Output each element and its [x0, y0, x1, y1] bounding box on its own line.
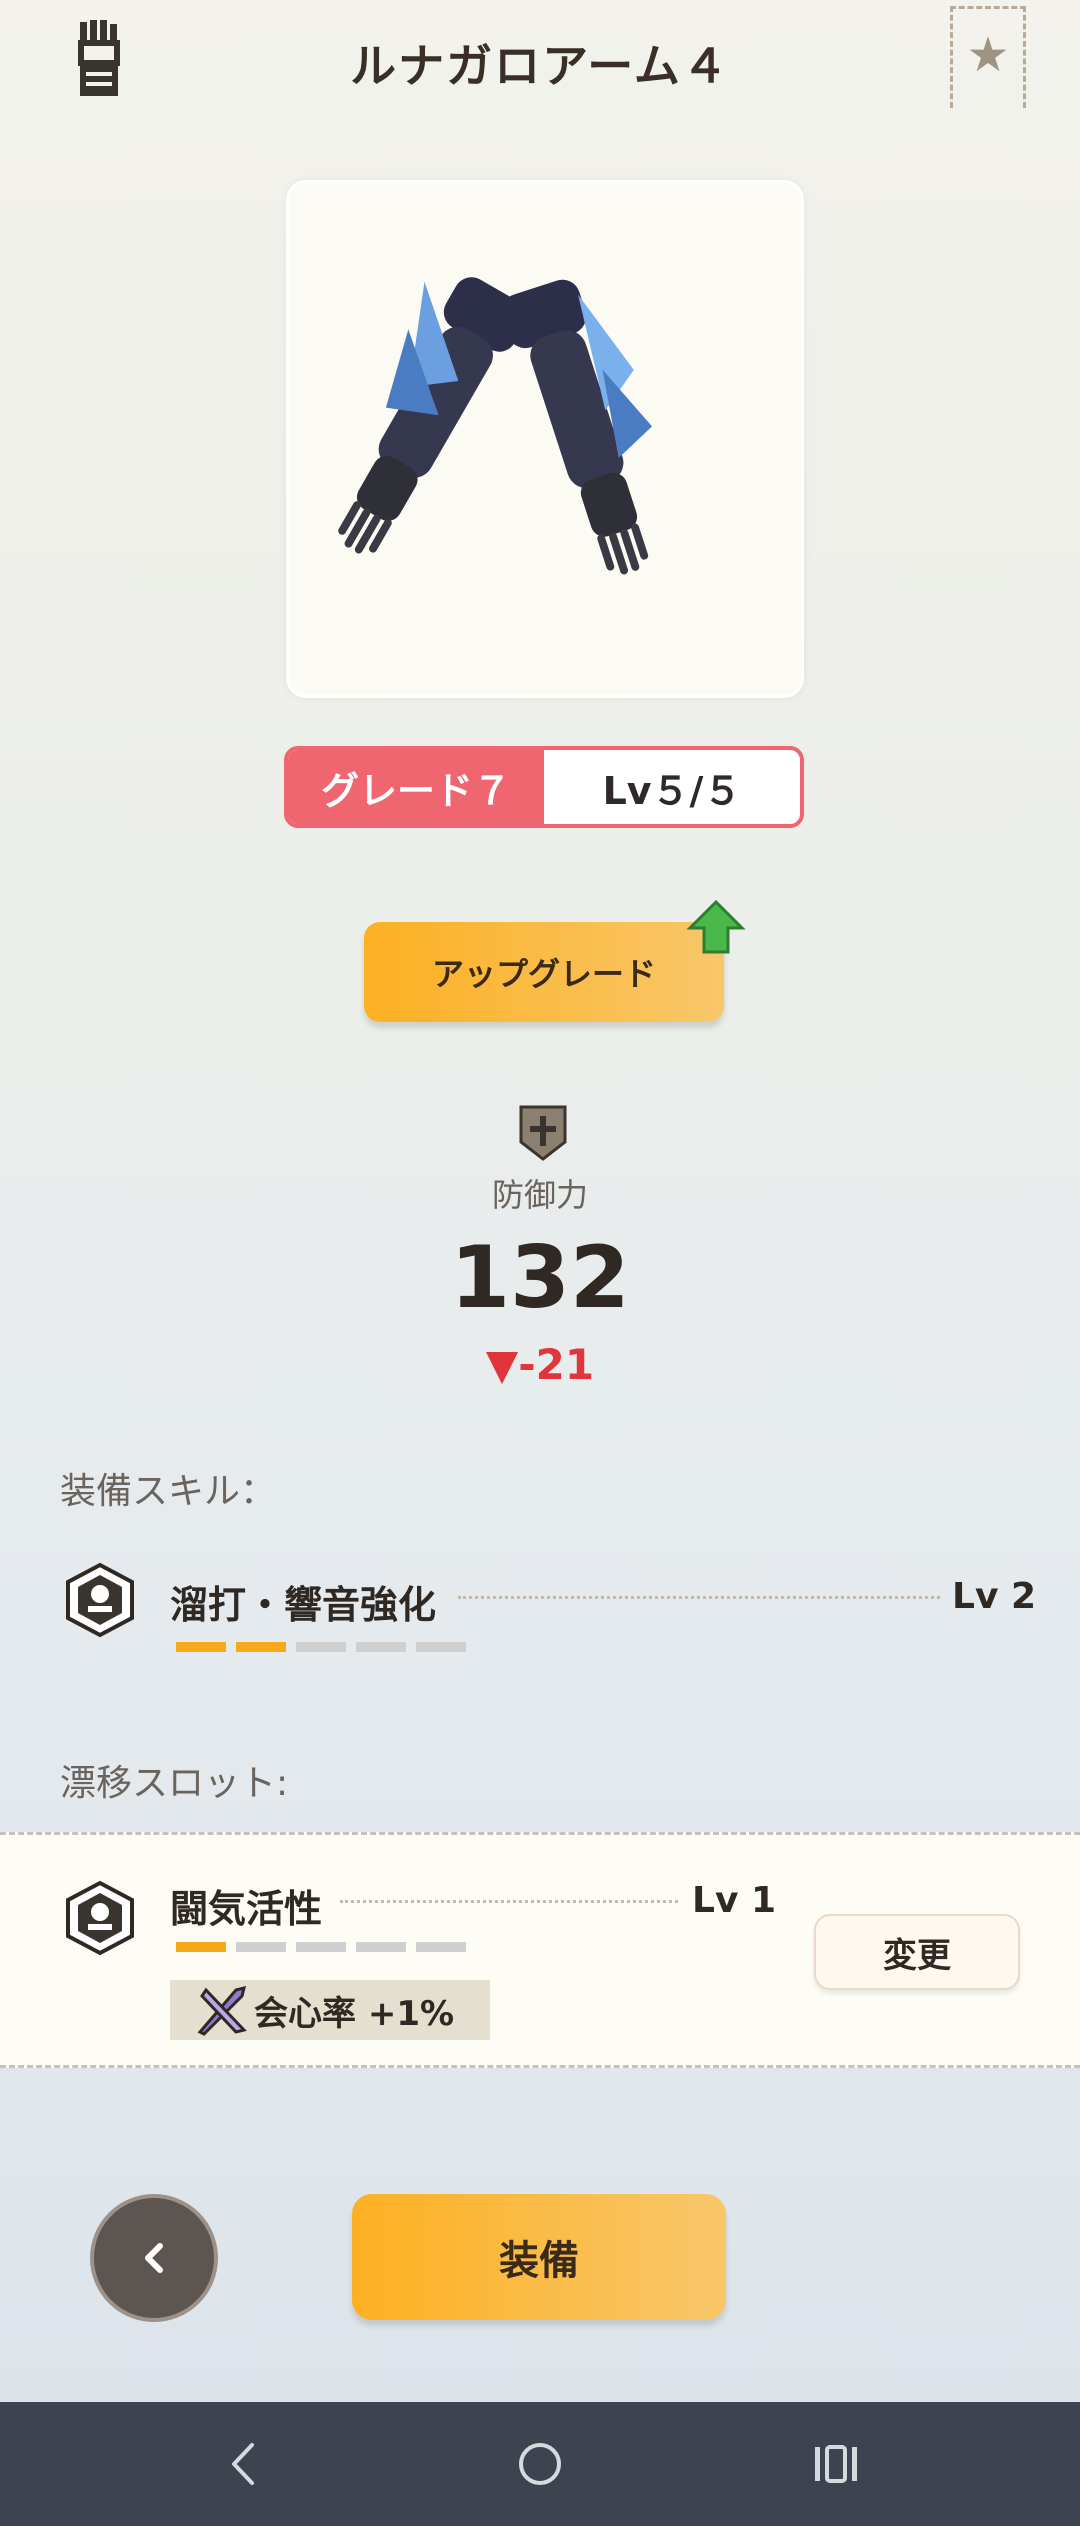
skill-icon	[66, 1562, 134, 1638]
equip-skill-level: Lv 2	[952, 1576, 1036, 1617]
item-image-frame	[286, 180, 804, 698]
critical-sword-icon	[197, 1985, 247, 2036]
drift-skill-name: 闘気活性	[170, 1887, 323, 1931]
drift-skill-level-pips	[176, 1942, 466, 1952]
favorite-button[interactable]: ★	[950, 6, 1026, 108]
nav-recents-icon	[815, 2445, 857, 2483]
grade-level-pill: グレード７ Lv５/５	[284, 746, 804, 828]
star-icon: ★	[966, 27, 1010, 83]
equip-skill-level-pips	[176, 1642, 466, 1652]
nav-back-button[interactable]	[184, 2402, 304, 2526]
chevron-left-icon	[145, 2243, 163, 2273]
equip-skills-label: 装備スキル：	[60, 1471, 277, 1512]
skill-icon	[66, 1880, 134, 1956]
nav-back-icon	[232, 2443, 254, 2485]
grade-label: グレード７	[288, 750, 544, 824]
nav-home-icon	[519, 2443, 561, 2485]
green-up-arrow-icon	[686, 899, 746, 954]
defense-label: 防御力	[491, 1176, 588, 1214]
defense-diff: ▼-21	[485, 1340, 595, 1389]
effect-text: 会心率 +1%	[254, 1993, 455, 2034]
level-label: Lv５/５	[602, 768, 742, 813]
defense-shield-icon	[519, 1105, 567, 1161]
nav-home-button[interactable]	[480, 2402, 600, 2526]
equip-skill-name: 溜打・響音強化	[170, 1583, 437, 1627]
drift-skill-level: Lv 1	[692, 1880, 776, 1921]
lunagaron-arm-image	[338, 277, 653, 575]
divider	[340, 1900, 678, 1903]
divider	[458, 1596, 940, 1599]
back-button[interactable]	[90, 2194, 218, 2322]
drift-slot-label: 漂移スロット:	[60, 1763, 289, 1804]
equip-button[interactable]: 装備	[352, 2194, 726, 2320]
nav-recents-button[interactable]	[776, 2402, 896, 2526]
change-button[interactable]: 変更	[814, 1914, 1020, 1990]
page-title: ルナガロアーム４	[350, 39, 730, 93]
defense-value: 132	[450, 1228, 630, 1328]
upgrade-button[interactable]: アップグレード	[364, 922, 724, 1022]
